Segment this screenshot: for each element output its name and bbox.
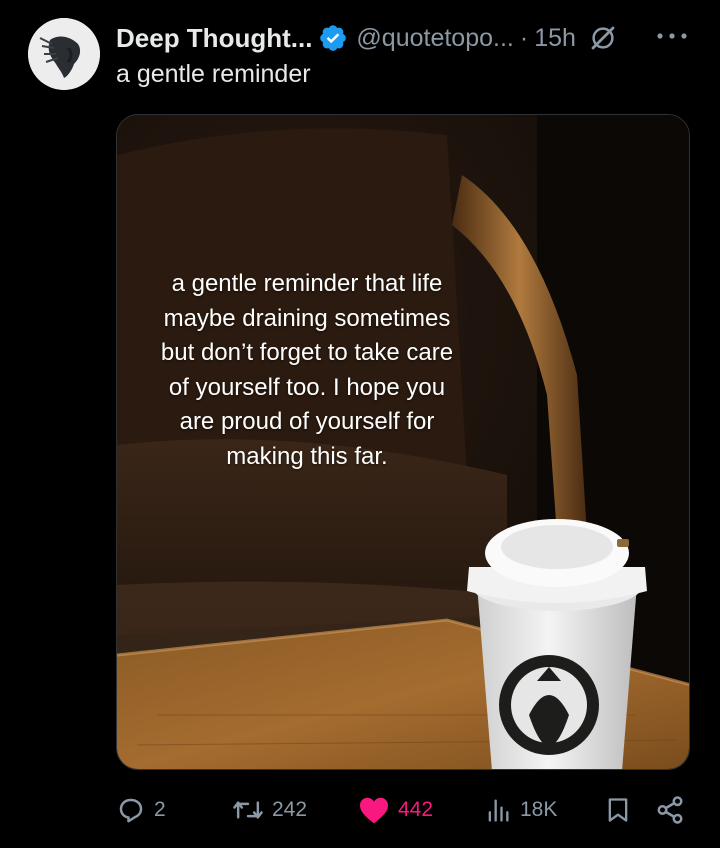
like-icon: [360, 797, 388, 824]
author-name[interactable]: Deep Thought...: [116, 23, 312, 54]
repost-button[interactable]: 242: [232, 790, 307, 830]
bookmark-icon: [608, 798, 628, 822]
separator-dot: ·: [519, 23, 529, 52]
more-icon[interactable]: [652, 24, 692, 48]
like-button[interactable]: 442: [358, 790, 433, 830]
grok-icon[interactable]: [588, 23, 618, 53]
author-handle[interactable]: @quotetopo...: [356, 24, 513, 53]
views-count: 18K: [520, 798, 558, 821]
verified-badge-icon: [320, 25, 347, 51]
post-time[interactable]: 15h: [534, 24, 576, 53]
author-avatar[interactable]: [28, 18, 100, 90]
like-count: 442: [398, 798, 434, 821]
repost-icon: [233, 801, 263, 819]
post-media[interactable]: a gentle reminder that life maybe draini…: [116, 114, 690, 770]
post-actions: 2 242 442 18K: [0, 790, 720, 830]
share-icon: [657, 796, 683, 824]
views-icon: [488, 799, 509, 822]
image-caption-text: a gentle reminder that life maybe draini…: [160, 270, 454, 470]
repost-count: 242: [272, 798, 308, 821]
views-button[interactable]: 18K: [484, 790, 557, 830]
reply-button[interactable]: 2: [116, 790, 166, 830]
reply-icon: [119, 798, 143, 823]
post-header: Deep Thought... @quotetopo... · 15h: [116, 20, 618, 56]
share-button[interactable]: [654, 790, 686, 830]
post-text: a gentle reminder: [116, 60, 311, 88]
avatar-image: [28, 18, 100, 90]
bookmark-button[interactable]: [604, 790, 632, 830]
reply-count: 2: [154, 798, 166, 821]
